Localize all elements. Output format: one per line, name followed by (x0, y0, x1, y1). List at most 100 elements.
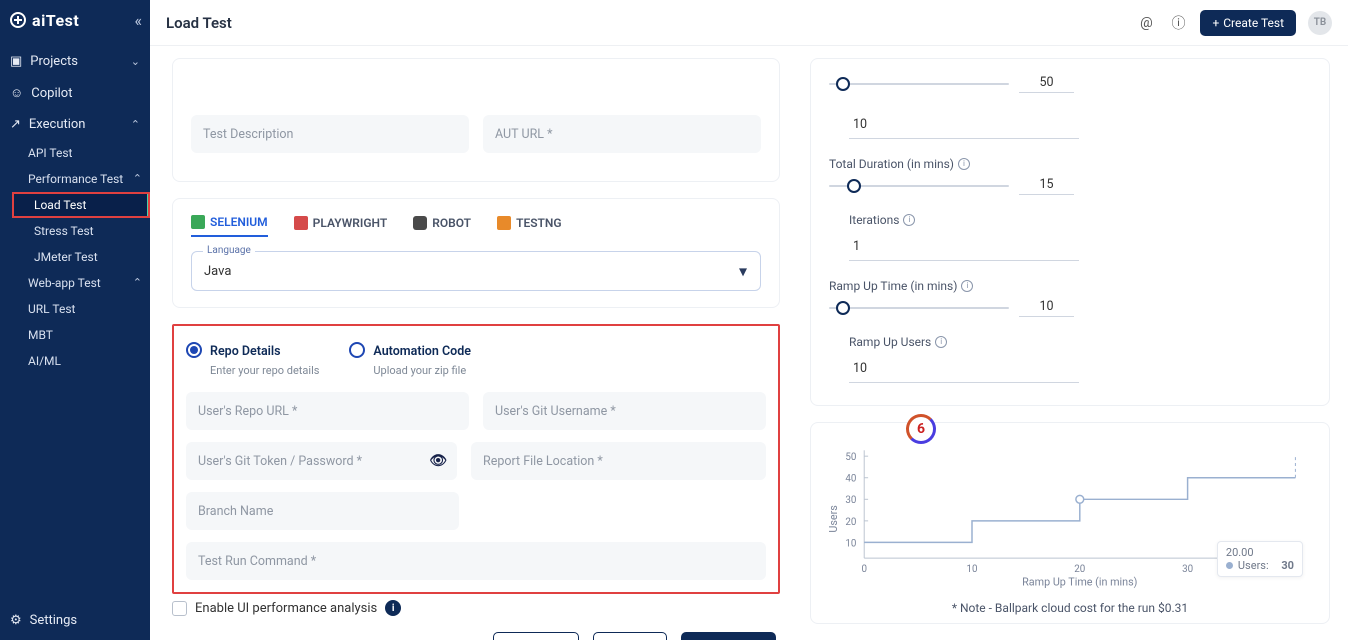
nav-api-test[interactable]: API Test (6, 140, 150, 166)
eye-icon[interactable]: 👁 (429, 453, 447, 469)
runtime-config-card: Total Duration (in mins) i Iterations i Ra… (810, 58, 1330, 406)
chevron-up-icon: ⌃ (133, 276, 142, 289)
testng-icon (497, 216, 511, 230)
svg-text:10: 10 (966, 564, 977, 575)
chevron-down-icon: ⌄ (131, 55, 140, 68)
repo-url-input[interactable] (186, 392, 469, 430)
branch-name-input[interactable] (186, 492, 459, 530)
aut-url-input[interactable] (483, 115, 761, 153)
svg-text:20: 20 (845, 517, 856, 528)
chevron-up-icon: ⌃ (133, 172, 142, 185)
ramp-time-label: Ramp Up Time (in mins) (829, 279, 957, 293)
step-badge-6: 6 (906, 414, 936, 444)
duration-slider[interactable] (829, 185, 1009, 187)
collapse-sidebar-icon[interactable]: « (134, 11, 142, 30)
repo-details-radio[interactable]: Repo DetailsEnter your repo details (186, 340, 319, 378)
repo-details-block: Repo DetailsEnter your repo details Auto… (172, 324, 780, 594)
users-slider[interactable] (829, 83, 1009, 85)
page-title: Load Test (166, 14, 232, 32)
plus-icon: + (1212, 16, 1219, 30)
mention-icon[interactable]: @ (1136, 13, 1156, 33)
cancel-button[interactable]: Cancel (493, 632, 579, 640)
nav-projects[interactable]: ▣ Projects ⌄ (0, 46, 150, 77)
git-token-input[interactable] (186, 442, 457, 480)
svg-text:10: 10 (845, 538, 856, 549)
test-info-card (172, 58, 780, 182)
svg-text:0: 0 (861, 564, 867, 575)
test-description-input[interactable] (191, 115, 469, 153)
nav-jmeter-test[interactable]: JMeter Test (12, 244, 150, 270)
selenium-icon (191, 215, 205, 229)
brand-logo: aiTest (8, 10, 79, 30)
info-icon[interactable]: i (935, 336, 947, 348)
info-icon[interactable]: ⓘ (1168, 13, 1188, 33)
sidebar-header: aiTest « (0, 0, 150, 40)
language-label: Language (203, 245, 255, 256)
create-test-button[interactable]: + Create Test (1200, 10, 1296, 36)
tab-playwright[interactable]: PLAYWRIGHT (294, 215, 388, 237)
ui-perf-checkbox[interactable] (172, 601, 187, 616)
nav-url-test[interactable]: URL Test (6, 296, 150, 322)
users-value-input[interactable] (1019, 75, 1074, 93)
tab-robot[interactable]: ROBOT (413, 215, 471, 237)
info-icon[interactable]: i (903, 214, 915, 226)
info-icon[interactable]: i (961, 280, 973, 292)
save-button[interactable]: Save (593, 632, 667, 640)
external-icon: ↗ (10, 117, 21, 132)
duration-label: Total Duration (in mins) (829, 157, 954, 171)
report-location-input[interactable] (471, 442, 766, 480)
copilot-icon: ☺ (10, 85, 23, 101)
iterations-input[interactable] (849, 233, 1079, 261)
top-iterations-input[interactable] (849, 111, 1079, 139)
svg-text:Ramp Up Time (in mins): Ramp Up Time (in mins) (1022, 576, 1137, 589)
nav-execution[interactable]: ↗ Execution ⌃ (0, 109, 150, 140)
nav-settings[interactable]: ⚙ Settings (0, 601, 150, 640)
nav-load-test[interactable]: Load Test (12, 192, 150, 218)
svg-text:30: 30 (1182, 564, 1193, 575)
ramp-time-value-input[interactable] (1019, 299, 1074, 317)
robot-icon (413, 216, 427, 230)
run-button[interactable]: Run It Now (681, 632, 776, 640)
gear-icon: ⚙ (10, 613, 22, 628)
svg-text:40: 40 (845, 474, 856, 485)
nav-performance-test[interactable]: Performance Test ⌃ (6, 166, 150, 192)
iterations-label: Iterations (849, 213, 899, 227)
test-run-command-input[interactable] (186, 542, 766, 580)
framework-tabs: SELENIUM PLAYWRIGHT ROBOT TESTNG (191, 215, 761, 237)
info-icon[interactable]: i (385, 600, 401, 616)
content: SELENIUM PLAYWRIGHT ROBOT TESTNG Languag… (150, 46, 1348, 640)
svg-text:Users: Users (827, 505, 840, 533)
tab-testng[interactable]: TESTNG (497, 215, 562, 237)
chart-tooltip: 20.00 Users: 30 (1217, 541, 1303, 577)
info-icon[interactable]: i (958, 158, 970, 170)
ramp-chart-card: Users 50 40 30 20 10 0 10 20 30 40 (810, 422, 1330, 624)
tab-selenium[interactable]: SELENIUM (191, 215, 268, 237)
nav-stress-test[interactable]: Stress Test (12, 218, 150, 244)
nav-webapp-test[interactable]: Web-app Test ⌃ (6, 270, 150, 296)
radio-selected-icon (186, 342, 202, 358)
automation-code-radio[interactable]: Automation CodeUpload your zip file (349, 340, 471, 378)
language-select-wrap: Language Java ▾ (191, 251, 761, 291)
svg-text:30: 30 (845, 495, 856, 506)
folder-icon: ▣ (10, 54, 22, 69)
sidebar: aiTest « ▣ Projects ⌄ ☺ Copilot ↗ Execut… (0, 0, 150, 640)
nav-aiml[interactable]: AI/ML (6, 348, 150, 374)
svg-text:20: 20 (1074, 564, 1085, 575)
playwright-icon (294, 216, 308, 230)
git-username-input[interactable] (483, 392, 766, 430)
ui-perf-label: Enable UI performance analysis (195, 601, 377, 616)
duration-value-input[interactable] (1019, 177, 1074, 195)
ramp-time-slider[interactable] (829, 307, 1009, 309)
svg-text:50: 50 (845, 452, 856, 463)
language-select[interactable]: Java (191, 251, 761, 291)
ramp-users-input[interactable] (849, 355, 1079, 383)
framework-card: SELENIUM PLAYWRIGHT ROBOT TESTNG Languag… (172, 198, 780, 308)
cost-note: * Note - Ballpark cloud cost for the run… (825, 601, 1315, 615)
ui-perf-checkbox-row: Enable UI performance analysis i (172, 600, 780, 616)
main: Load Test @ ⓘ + Create Test TB (150, 0, 1348, 640)
user-avatar[interactable]: TB (1308, 11, 1332, 35)
radio-unselected-icon (349, 342, 365, 358)
header: Load Test @ ⓘ + Create Test TB (150, 0, 1348, 46)
nav-mbt[interactable]: MBT (6, 322, 150, 348)
nav-copilot[interactable]: ☺ Copilot (0, 77, 150, 109)
